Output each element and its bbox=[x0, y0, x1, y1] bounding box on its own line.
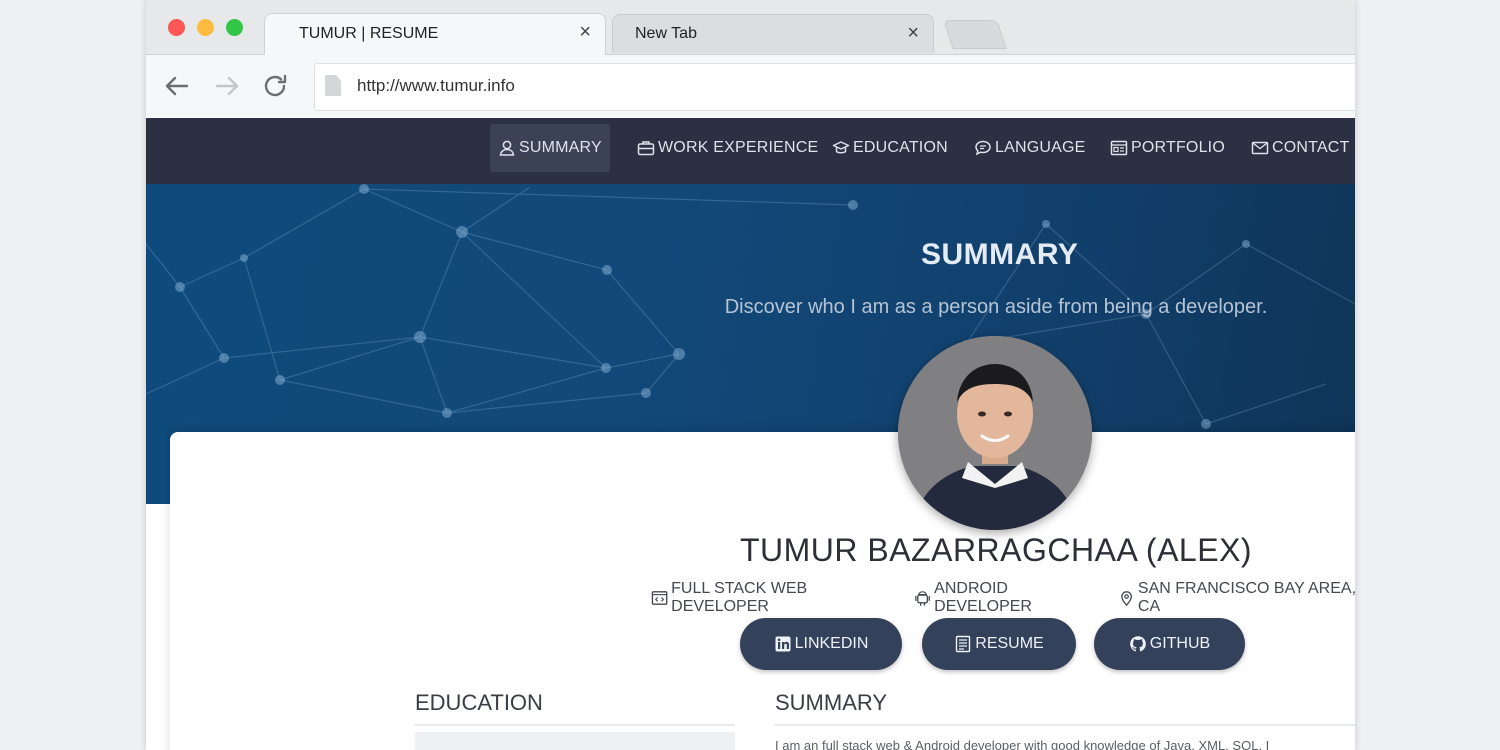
tag-android: ANDROID DEVELOPER bbox=[914, 580, 1102, 616]
nav-item-education[interactable]: EDUCATION bbox=[824, 124, 956, 172]
tag-location: SAN FRANCISCO BAY AREA, CA bbox=[1118, 580, 1355, 616]
code-window-icon bbox=[651, 591, 668, 605]
tag-label: SAN FRANCISCO BAY AREA, CA bbox=[1137, 580, 1355, 615]
summary-text: I am an full stack web & Android develop… bbox=[775, 738, 1270, 750]
briefcase-icon bbox=[637, 141, 655, 156]
hero-subtitle: Discover who I am as a person aside from… bbox=[724, 296, 1268, 318]
profile-tags: FULL STACK WEB DEVELOPER ANDROID DEVELOP… bbox=[651, 580, 1355, 616]
nav-item-contact[interactable]: CONTACT bbox=[1243, 124, 1355, 172]
linkedin-button[interactable]: LINKEDIN bbox=[740, 618, 902, 670]
chat-icon bbox=[975, 140, 991, 156]
new-tab-button[interactable] bbox=[943, 20, 1007, 49]
tab-label: TUMUR | RESUME bbox=[299, 25, 439, 42]
browser-window: TUMUR | RESUME × New Tab × http://www.tu… bbox=[146, 0, 1355, 750]
nav-item-label: LANGUAGE bbox=[995, 139, 1086, 156]
tag-label: FULL STACK WEB DEVELOPER bbox=[671, 580, 808, 615]
address-bar[interactable]: http://www.tumur.info bbox=[314, 63, 1355, 111]
nav-item-label: WORK EXPERIENCE bbox=[658, 139, 819, 156]
nav-item-label: CONTACT bbox=[1272, 139, 1350, 156]
summary-heading: SUMMARY bbox=[775, 690, 1355, 726]
reload-icon bbox=[264, 74, 287, 97]
hero-title: SUMMARY bbox=[921, 238, 1079, 271]
nav-item-work-experience[interactable]: WORK EXPERIENCE bbox=[629, 124, 826, 172]
forward-button[interactable] bbox=[210, 69, 244, 103]
android-icon bbox=[915, 591, 930, 606]
page-icon bbox=[325, 75, 341, 96]
tab-strip: TUMUR | RESUME × New Tab × bbox=[146, 0, 1355, 55]
reload-button[interactable] bbox=[258, 69, 292, 103]
user-icon bbox=[499, 140, 515, 156]
maximize-window-button[interactable] bbox=[226, 19, 243, 36]
profile-name: TUMUR BAZARRAGCHAA (ALEX) bbox=[739, 532, 1253, 568]
location-pin-icon bbox=[1120, 591, 1132, 607]
nav-item-label: EDUCATION bbox=[853, 139, 948, 156]
button-label: GITHUB bbox=[1149, 635, 1211, 652]
tab-label: New Tab bbox=[635, 25, 697, 42]
portfolio-icon bbox=[1110, 140, 1128, 156]
nav-item-label: PORTFOLIO bbox=[1131, 139, 1225, 156]
arrow-left-icon bbox=[165, 76, 189, 96]
site-navbar: SUMMARY WORK EXPERIENCE EDUCATION LANGUA… bbox=[146, 118, 1355, 184]
browser-toolbar: http://www.tumur.info bbox=[146, 55, 1355, 117]
nav-item-label: SUMMARY bbox=[519, 139, 602, 156]
close-tab-icon[interactable]: × bbox=[579, 22, 591, 42]
avatar bbox=[898, 336, 1092, 530]
button-label: LINKEDIN bbox=[794, 635, 869, 652]
url-text[interactable]: http://www.tumur.info bbox=[357, 76, 515, 96]
nav-item-summary[interactable]: SUMMARY bbox=[490, 124, 610, 172]
minimize-window-button[interactable] bbox=[197, 19, 214, 36]
github-button[interactable]: GITHUB bbox=[1094, 618, 1245, 670]
tag-full-stack: FULL STACK WEB DEVELOPER bbox=[651, 580, 898, 616]
resume-button[interactable]: RESUME bbox=[922, 618, 1076, 670]
nav-item-portfolio[interactable]: PORTFOLIO bbox=[1102, 124, 1233, 172]
nav-item-language[interactable]: LANGUAGE bbox=[966, 124, 1094, 172]
tab-tumur-resume[interactable]: TUMUR | RESUME × bbox=[264, 13, 606, 55]
education-heading: EDUCATION bbox=[415, 690, 735, 726]
linkedin-icon bbox=[775, 636, 791, 652]
close-window-button[interactable] bbox=[168, 19, 185, 36]
education-item bbox=[415, 732, 735, 750]
tag-label: ANDROID DEVELOPER bbox=[934, 580, 1032, 615]
envelope-icon bbox=[1251, 141, 1269, 155]
back-button[interactable] bbox=[160, 69, 194, 103]
profile-photo bbox=[898, 336, 1092, 530]
website: SUMMARY WORK EXPERIENCE EDUCATION LANGUA… bbox=[146, 118, 1355, 750]
button-label: RESUME bbox=[975, 635, 1044, 652]
arrow-right-icon bbox=[215, 76, 239, 96]
document-icon bbox=[956, 635, 971, 653]
graduation-cap-icon bbox=[832, 141, 850, 154]
github-icon bbox=[1129, 636, 1146, 652]
tab-new-tab[interactable]: New Tab × bbox=[612, 14, 934, 53]
close-tab-icon[interactable]: × bbox=[907, 23, 919, 43]
